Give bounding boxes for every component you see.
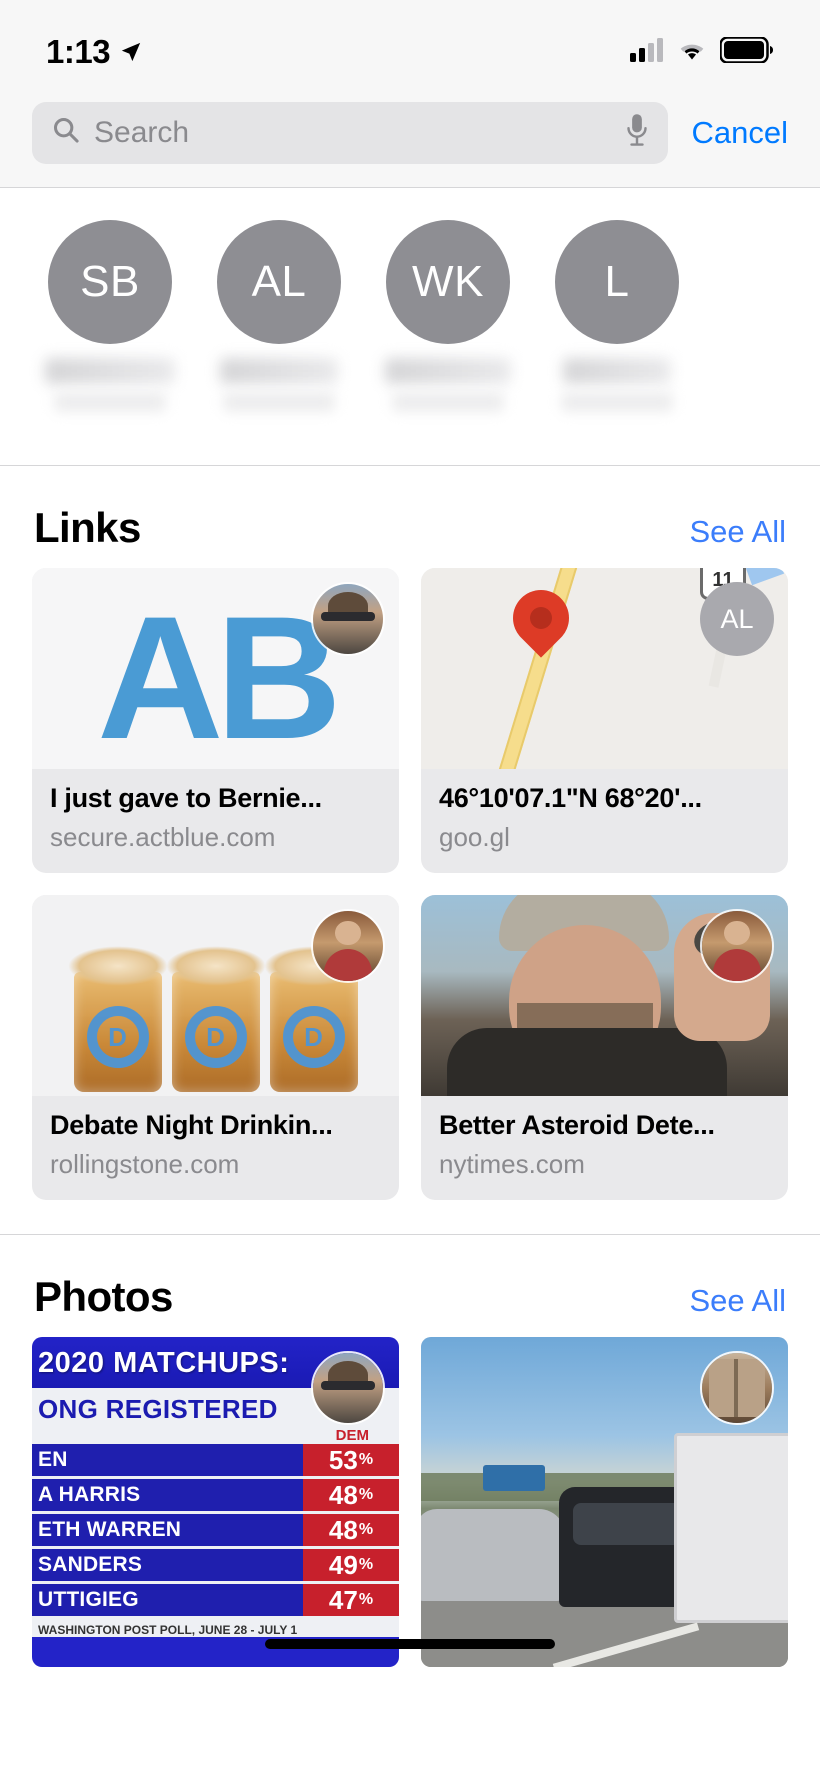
photos-section: Photos See All 2020 MATCHUPS: ONG REGIST… bbox=[0, 1235, 820, 1667]
contact-subtitle-redacted bbox=[223, 392, 335, 412]
search-placeholder: Search bbox=[94, 118, 610, 148]
link-title: 46°10'07.1"N 68°20'... bbox=[439, 783, 770, 814]
status-bar-right bbox=[630, 37, 774, 68]
contact-item[interactable]: WK bbox=[386, 220, 510, 412]
link-domain: nytimes.com bbox=[439, 1149, 770, 1180]
home-indicator[interactable] bbox=[265, 1639, 555, 1649]
contact-subtitle-redacted bbox=[392, 392, 504, 412]
sender-avatar bbox=[311, 1351, 385, 1425]
link-card[interactable]: 11 AL 46°10'07.1"N 68°20'... goo.gl bbox=[421, 568, 788, 873]
link-domain: goo.gl bbox=[439, 822, 770, 853]
contact-item[interactable]: AL bbox=[217, 220, 341, 412]
sender-avatar bbox=[700, 909, 774, 983]
wifi-icon bbox=[676, 38, 708, 67]
poll-row: SANDERS 49% bbox=[32, 1549, 399, 1581]
status-bar-left: 1:13 bbox=[46, 35, 142, 68]
contact-name-redacted bbox=[563, 358, 671, 384]
link-thumbnail: 11 AL bbox=[421, 568, 788, 769]
cellular-signal-icon bbox=[630, 38, 664, 67]
contact-name-redacted bbox=[385, 358, 511, 384]
poll-value: 49% bbox=[303, 1549, 399, 1581]
photo-thumbnail[interactable]: 2020 MATCHUPS: ONG REGISTERED DEM EN 53%… bbox=[32, 1337, 399, 1667]
contact-name-redacted bbox=[220, 358, 338, 384]
poll-value: 53% bbox=[303, 1444, 399, 1476]
link-card[interactable]: Better Asteroid Dete... nytimes.com bbox=[421, 895, 788, 1200]
poll-row: UTTIGIEG 47% bbox=[32, 1584, 399, 1616]
poll-legend-dem: DEM bbox=[32, 1427, 399, 1444]
contact-subtitle-redacted bbox=[54, 392, 166, 412]
links-grid: AB I just gave to Bernie... secure.actbl… bbox=[0, 568, 820, 1234]
link-title: I just gave to Bernie... bbox=[50, 783, 381, 814]
poll-value: 48% bbox=[303, 1514, 399, 1546]
poll-candidate: A HARRIS bbox=[32, 1483, 303, 1507]
search-icon bbox=[52, 116, 80, 149]
photo-thumbnail[interactable] bbox=[421, 1337, 788, 1667]
avatar: AL bbox=[217, 220, 341, 344]
poll-value: 47% bbox=[303, 1584, 399, 1616]
search-bar-row: Search Cancel bbox=[0, 78, 820, 188]
link-domain: rollingstone.com bbox=[50, 1149, 381, 1180]
microphone-icon[interactable] bbox=[624, 113, 650, 152]
battery-full-icon bbox=[720, 37, 774, 68]
poll-candidate: UTTIGIEG bbox=[32, 1588, 303, 1612]
link-thumbnail bbox=[421, 895, 788, 1096]
poll-row: EN 53% bbox=[32, 1444, 399, 1476]
status-bar: 1:13 bbox=[0, 0, 820, 78]
status-time: 1:13 bbox=[46, 35, 110, 68]
contact-item[interactable]: L bbox=[555, 220, 679, 412]
location-arrow-icon bbox=[120, 41, 142, 63]
links-see-all-button[interactable]: See All bbox=[689, 514, 786, 550]
sender-avatar bbox=[700, 1351, 774, 1425]
contact-name-redacted bbox=[45, 358, 175, 384]
avatar: SB bbox=[48, 220, 172, 344]
link-card[interactable]: D D D Debate Night Drinkin... rollingsto… bbox=[32, 895, 399, 1200]
link-card-text: Debate Night Drinkin... rollingstone.com bbox=[32, 1096, 399, 1200]
search-input[interactable]: Search bbox=[32, 102, 668, 164]
contact-item[interactable]: SB bbox=[48, 220, 172, 412]
links-section: Links See All AB I just gave to Bernie..… bbox=[0, 466, 820, 1235]
photos-grid: 2020 MATCHUPS: ONG REGISTERED DEM EN 53%… bbox=[0, 1337, 820, 1667]
link-card-text: Better Asteroid Dete... nytimes.com bbox=[421, 1096, 788, 1200]
link-card-text: 46°10'07.1"N 68°20'... goo.gl bbox=[421, 769, 788, 873]
link-thumbnail: D D D bbox=[32, 895, 399, 1096]
cancel-button[interactable]: Cancel bbox=[692, 115, 789, 151]
photos-title: Photos bbox=[34, 1273, 173, 1321]
link-card-text: I just gave to Bernie... secure.actblue.… bbox=[32, 769, 399, 873]
poll-candidate: EN bbox=[32, 1448, 303, 1472]
poll-value: 48% bbox=[303, 1479, 399, 1511]
poll-candidate: SANDERS bbox=[32, 1553, 303, 1577]
contacts-row: SB AL WK L bbox=[0, 220, 820, 412]
sender-avatar bbox=[311, 909, 385, 983]
link-domain: secure.actblue.com bbox=[50, 822, 381, 853]
poll-row: ETH WARREN 48% bbox=[32, 1514, 399, 1546]
avatar: L bbox=[555, 220, 679, 344]
avatar: WK bbox=[386, 220, 510, 344]
contacts-results-section: SB AL WK L bbox=[0, 188, 820, 466]
poll-source: WASHINGTON POST POLL, JUNE 28 - JULY 1 bbox=[32, 1619, 399, 1637]
sender-avatar bbox=[311, 582, 385, 656]
photos-see-all-button[interactable]: See All bbox=[689, 1283, 786, 1319]
poll-candidate: ETH WARREN bbox=[32, 1518, 303, 1542]
poll-rows: EN 53% A HARRIS 48% ETH WARREN 48% SANDE… bbox=[32, 1444, 399, 1616]
link-thumbnail: AB bbox=[32, 568, 399, 769]
photos-section-header: Photos See All bbox=[0, 1235, 820, 1337]
link-card[interactable]: AB I just gave to Bernie... secure.actbl… bbox=[32, 568, 399, 873]
sender-avatar: AL bbox=[700, 582, 774, 656]
link-title: Debate Night Drinkin... bbox=[50, 1110, 381, 1141]
link-title: Better Asteroid Dete... bbox=[439, 1110, 770, 1141]
links-section-header: Links See All bbox=[0, 466, 820, 568]
page-title: Links bbox=[34, 504, 141, 552]
contact-subtitle-redacted bbox=[561, 392, 673, 412]
poll-row: A HARRIS 48% bbox=[32, 1479, 399, 1511]
